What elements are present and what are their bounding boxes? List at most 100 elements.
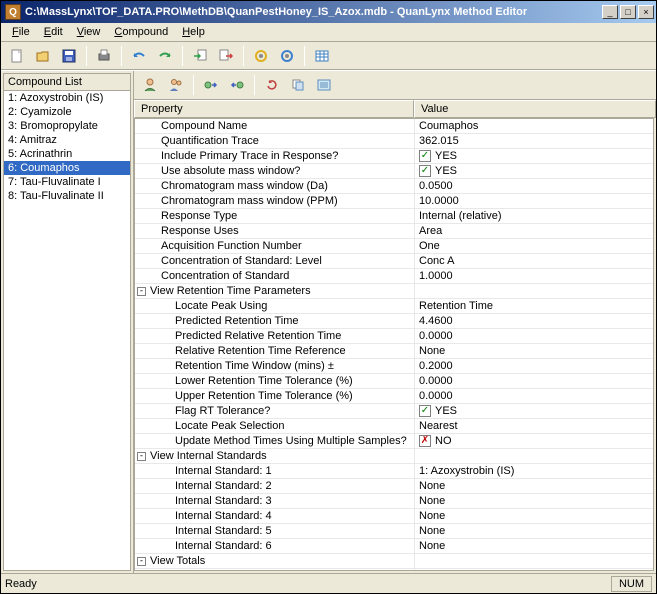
compound-list[interactable]: 1: Azoxystrobin (IS)2: Cyamizole3: Bromo… xyxy=(3,90,131,571)
property-label: Quantification Trace xyxy=(161,135,259,147)
maximize-button[interactable]: □ xyxy=(620,5,636,19)
property-value: None xyxy=(419,480,445,492)
property-value: Nearest xyxy=(419,420,458,432)
menu-file[interactable]: File xyxy=(5,24,37,40)
property-label: Compound Name xyxy=(161,120,247,132)
menu-compound[interactable]: Compound xyxy=(107,24,175,40)
header-value[interactable]: Value xyxy=(414,100,656,118)
property-row[interactable]: Internal Standard: 4None xyxy=(135,509,653,524)
table-button[interactable] xyxy=(310,45,334,67)
group-row[interactable]: -View Internal Standards xyxy=(135,449,653,464)
property-row[interactable]: Response TypeInternal (relative) xyxy=(135,209,653,224)
group-row[interactable]: -View Retention Time Parameters xyxy=(135,284,653,299)
property-row[interactable]: Concentration of Standard: LevelConc A xyxy=(135,254,653,269)
compound-item[interactable]: 6: Coumaphos xyxy=(4,161,130,175)
property-label: Update Method Times Using Multiple Sampl… xyxy=(175,435,407,447)
list-button[interactable] xyxy=(312,74,336,96)
compound-item[interactable]: 4: Amitraz xyxy=(4,133,130,147)
export-button[interactable] xyxy=(214,45,238,67)
group-row[interactable]: -View Totals xyxy=(135,554,653,569)
property-label: Retention Time Window (mins) ± xyxy=(175,360,334,372)
compound-item[interactable]: 7: Tau-Fluvalinate I xyxy=(4,175,130,189)
property-row[interactable]: Relative Retention Time ReferenceNone xyxy=(135,344,653,359)
property-label: Predicted Retention Time xyxy=(175,315,299,327)
compound-item[interactable]: 5: Acrinathrin xyxy=(4,147,130,161)
property-row[interactable]: Acquisition Function NumberOne xyxy=(135,239,653,254)
arrow-right-button[interactable] xyxy=(199,74,223,96)
property-row[interactable]: Include Primary Trace in Response?✓YES xyxy=(135,149,653,164)
collapse-icon[interactable]: - xyxy=(137,287,146,296)
window-controls: _ □ × xyxy=(600,5,656,19)
property-row[interactable]: Update Method Times Using Multiple Sampl… xyxy=(135,434,653,449)
header-property[interactable]: Property xyxy=(134,100,414,118)
settings2-button[interactable] xyxy=(275,45,299,67)
property-label: View Retention Time Parameters xyxy=(150,285,311,297)
property-value: 0.2000 xyxy=(419,360,453,372)
property-row[interactable]: Upper Retention Time Tolerance (%)0.0000 xyxy=(135,389,653,404)
compound-item[interactable]: 1: Azoxystrobin (IS) xyxy=(4,91,130,105)
property-value: NO xyxy=(435,435,452,447)
checkbox-checked-icon[interactable]: ✓ xyxy=(419,405,431,417)
menu-view[interactable]: View xyxy=(70,24,108,40)
property-label: Chromatogram mass window (PPM) xyxy=(161,195,338,207)
checkbox-checked-icon[interactable]: ✓ xyxy=(419,150,431,162)
property-row[interactable]: Flag RT Tolerance?✓YES xyxy=(135,404,653,419)
property-row[interactable]: Compound NameCoumaphos xyxy=(135,119,653,134)
checkbox-checked-icon[interactable]: ✓ xyxy=(419,165,431,177)
user2-button[interactable] xyxy=(164,74,188,96)
compound-item[interactable]: 2: Cyamizole xyxy=(4,105,130,119)
menu-edit[interactable]: Edit xyxy=(37,24,70,40)
property-row[interactable]: Internal Standard: 6None xyxy=(135,539,653,554)
compound-item[interactable]: 3: Bromopropylate xyxy=(4,119,130,133)
property-grid[interactable]: Compound NameCoumaphosQuantification Tra… xyxy=(134,118,654,571)
collapse-icon[interactable]: - xyxy=(137,557,146,566)
property-value: None xyxy=(419,510,445,522)
minimize-button[interactable]: _ xyxy=(602,5,618,19)
redo-button[interactable] xyxy=(153,45,177,67)
property-row[interactable]: Retention Time Window (mins) ± 0.2000 xyxy=(135,359,653,374)
import-button[interactable] xyxy=(188,45,212,67)
property-row[interactable]: Use absolute mass window?✓YES xyxy=(135,164,653,179)
undo-button[interactable] xyxy=(127,45,151,67)
checkbox-unchecked-icon[interactable]: ✗ xyxy=(419,435,431,447)
sidebar: Compound List 1: Azoxystrobin (IS)2: Cya… xyxy=(1,71,134,573)
property-value: None xyxy=(419,525,445,537)
property-row[interactable]: Internal Standard: 5None xyxy=(135,524,653,539)
save-button[interactable] xyxy=(57,45,81,67)
property-value: None xyxy=(419,345,445,357)
arrow-left-button[interactable] xyxy=(225,74,249,96)
property-label: Include Primary Trace in Response? xyxy=(161,150,338,162)
property-row[interactable]: Totals Group xyxy=(135,569,653,571)
compound-item[interactable]: 8: Tau-Fluvalinate II xyxy=(4,189,130,203)
window-title: C:\MassLynx\TOF_DATA.PRO\MethDB\QuanPest… xyxy=(25,6,600,18)
property-label: Upper Retention Time Tolerance (%) xyxy=(175,390,353,402)
property-row[interactable]: Chromatogram mass window (Da)0.0500 xyxy=(135,179,653,194)
collapse-icon[interactable]: - xyxy=(137,452,146,461)
refresh-button[interactable] xyxy=(260,74,284,96)
property-row[interactable]: Locate Peak SelectionNearest xyxy=(135,419,653,434)
status-num: NUM xyxy=(611,576,652,592)
property-row[interactable]: Concentration of Standard1.0000 xyxy=(135,269,653,284)
print-button[interactable] xyxy=(92,45,116,67)
property-row[interactable]: Quantification Trace362.015 xyxy=(135,134,653,149)
property-label: Acquisition Function Number xyxy=(161,240,302,252)
open-button[interactable] xyxy=(31,45,55,67)
property-row[interactable]: Internal Standard: 3None xyxy=(135,494,653,509)
property-row[interactable]: Predicted Retention Time4.4600 xyxy=(135,314,653,329)
property-label: Flag RT Tolerance? xyxy=(175,405,270,417)
settings1-button[interactable] xyxy=(249,45,273,67)
property-label: Response Type xyxy=(161,210,237,222)
menu-help[interactable]: Help xyxy=(175,24,212,40)
property-row[interactable]: Lower Retention Time Tolerance (%)0.0000 xyxy=(135,374,653,389)
copy-button[interactable] xyxy=(286,74,310,96)
property-row[interactable]: Internal Standard: 2None xyxy=(135,479,653,494)
app-icon: Q xyxy=(5,4,21,20)
property-row[interactable]: Internal Standard: 11: Azoxystrobin (IS) xyxy=(135,464,653,479)
new-button[interactable] xyxy=(5,45,29,67)
user1-button[interactable] xyxy=(138,74,162,96)
property-row[interactable]: Chromatogram mass window (PPM)10.0000 xyxy=(135,194,653,209)
property-row[interactable]: Predicted Relative Retention Time0.0000 xyxy=(135,329,653,344)
close-button[interactable]: × xyxy=(638,5,654,19)
property-row[interactable]: Response UsesArea xyxy=(135,224,653,239)
property-row[interactable]: Locate Peak UsingRetention Time xyxy=(135,299,653,314)
